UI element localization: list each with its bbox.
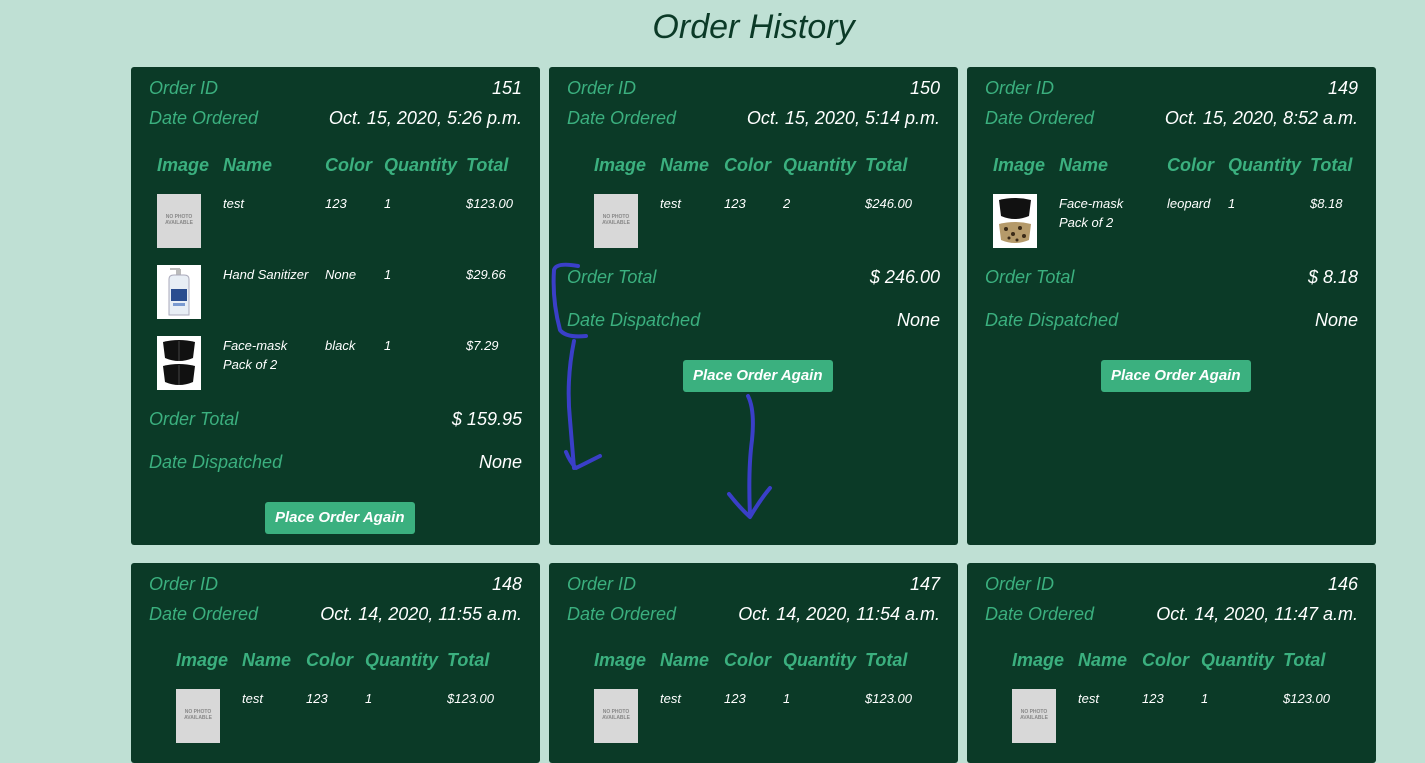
- annotation-arrows: [551, 262, 772, 519]
- annotation-bracket-arrow: [551, 262, 602, 470]
- annotation-down-arrow: [727, 394, 772, 519]
